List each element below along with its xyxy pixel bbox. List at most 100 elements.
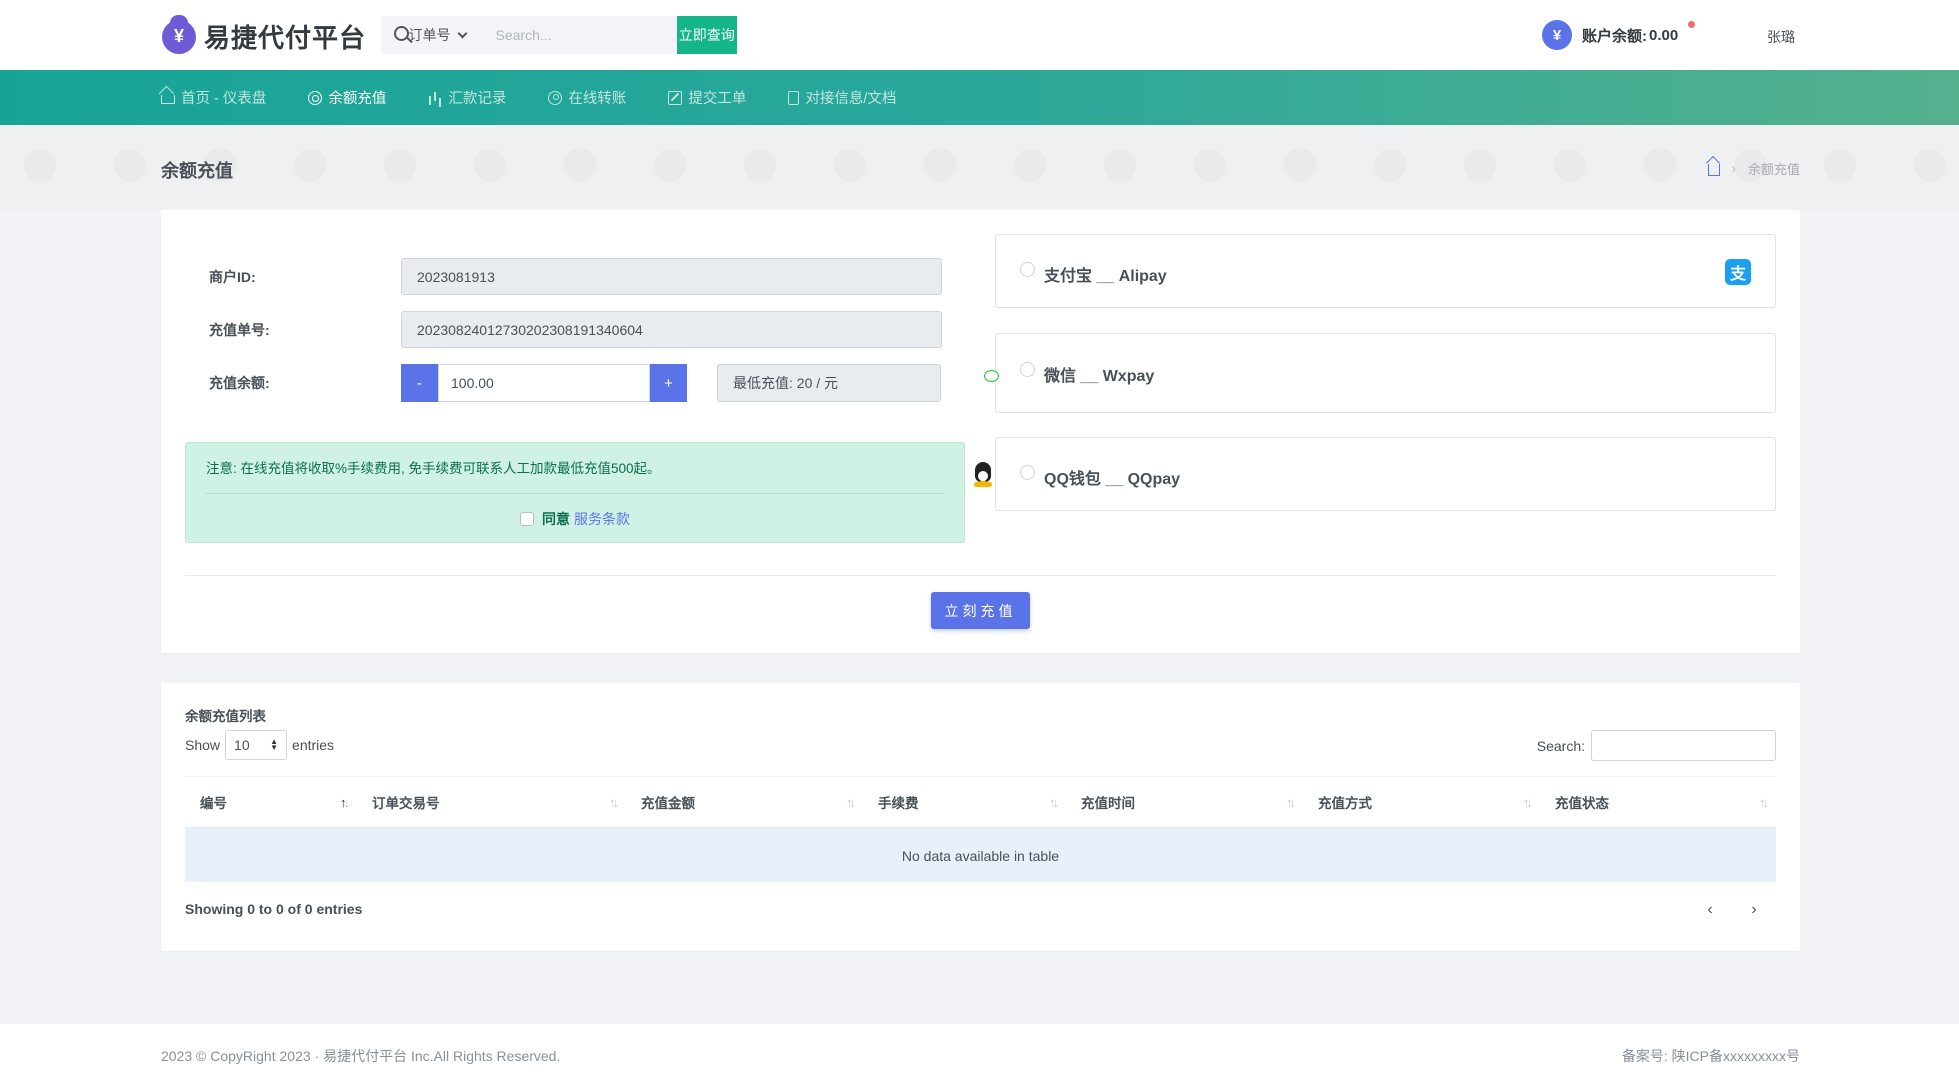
form-divider — [185, 575, 1776, 576]
order-search: 订单号 立即查询 — [381, 16, 737, 54]
breadcrumb-separator: › — [1731, 161, 1736, 176]
nav-item-transfer[interactable]: 在线转账 — [548, 87, 626, 108]
pay-option-qq[interactable]: QQ钱包 __ QQpay — [974, 437, 1776, 511]
increase-button[interactable]: + — [650, 364, 687, 402]
fee-notice: 注意: 在线充值将收取%手续费用, 免手续费可联系人工加款最低充值500起。 同… — [185, 442, 965, 543]
column-header-method[interactable]: 充值方式 ↑↓ — [1303, 777, 1540, 827]
page-title: 余额充值 — [161, 161, 233, 181]
nav-item-remittance[interactable]: 汇款记录 — [428, 87, 506, 108]
support-icon — [548, 90, 563, 105]
balance-value: 0.00 — [1649, 26, 1679, 44]
column-header-label: 充值时间 — [1081, 796, 1135, 811]
nav-item-docs[interactable]: 对接信息/文档 — [788, 87, 896, 108]
footer: 2023 © CopyRight 2023 · 易捷代付平台 Inc.All R… — [0, 1024, 1959, 1086]
notice-text: 注意: 在线充值将收取%手续费用, 免手续费可联系人工加款最低充值500起。 — [206, 461, 661, 476]
nav-item-ticket[interactable]: 提交工单 — [668, 87, 746, 108]
column-header-label: 充值方式 — [1318, 796, 1372, 811]
yuan-coin-icon: ¥ — [1542, 20, 1572, 50]
column-header-order[interactable]: 订单交易号 ↑↓ — [357, 777, 626, 827]
column-header-label: 编号 — [200, 796, 227, 811]
column-header-status[interactable]: 充值状态 ↑↓ — [1540, 777, 1776, 827]
notice-divider — [206, 493, 944, 494]
nav-item-label: 对接信息/文档 — [805, 91, 897, 107]
alipay-radio[interactable] — [1020, 262, 1035, 277]
search-input[interactable] — [477, 16, 677, 54]
recharge-submit-button[interactable]: 立刻充值 — [931, 592, 1030, 629]
order-number-label: 充值单号: — [209, 321, 270, 338]
amount-input[interactable] — [438, 364, 650, 402]
merchant-id-label: 商户ID: — [209, 268, 256, 285]
agree-terms: 同意 服务条款 — [186, 509, 964, 529]
notification-dot — [1688, 21, 1695, 28]
icp-record: 备案号: 陕ICP备xxxxxxxxx号 — [1621, 1048, 1800, 1064]
qq-radio[interactable] — [1020, 465, 1035, 480]
nav-item-label: 在线转账 — [568, 91, 627, 107]
breadcrumb-current: 余额充值 — [1747, 162, 1800, 177]
decrease-button[interactable]: - — [401, 364, 438, 402]
sort-icon: ↑↓ — [846, 795, 856, 810]
column-header-amount[interactable]: 充值金额 ↑↓ — [626, 777, 863, 827]
nav-item-label: 汇款记录 — [448, 91, 507, 107]
search-button[interactable]: 立即查询 — [676, 16, 737, 54]
page-length-select[interactable]: 10 ▲ ▼ — [225, 730, 288, 760]
column-header-fee[interactable]: 手续费 ↑↓ — [863, 777, 1066, 827]
logo-glyph: ¥ — [173, 26, 184, 46]
top-header: ¥ 易捷代付平台 订单号 立即查询 ¥ 账户余额: 0.00 张璐 — [0, 0, 1959, 70]
merchant-id-field[interactable] — [401, 258, 942, 295]
entries-label: entries — [292, 737, 335, 753]
table-search: Search: — [1537, 730, 1776, 761]
amount-label: 充值余额: — [209, 375, 270, 391]
wechat-radio[interactable] — [1020, 362, 1035, 377]
search-type-select[interactable]: 订单号 — [408, 16, 477, 54]
order-number-row: 充值单号: — [209, 311, 942, 348]
amount-row: 充值余额: - + 最低充值: 20 / 元 — [209, 364, 941, 402]
terms-link[interactable]: 服务条款 — [574, 509, 630, 529]
agree-checkbox[interactable] — [520, 512, 534, 526]
sort-icon: ↑↓ — [609, 795, 619, 810]
balance-label: 账户余额: — [1582, 27, 1647, 45]
account-balance: ¥ 账户余额: 0.00 — [1542, 20, 1695, 50]
pay-option-wechat[interactable]: 微信 __ Wxpay — [995, 333, 1776, 413]
amount-stepper: - + — [401, 364, 687, 402]
home-icon[interactable] — [1707, 164, 1720, 176]
user-menu[interactable]: 张璐 — [1767, 27, 1795, 47]
table-length: Show 10 ▲ ▼ entries — [185, 730, 334, 760]
edit-icon — [668, 90, 683, 105]
pay-option-label: 微信 __ Wxpay — [1044, 368, 1155, 385]
column-header-time[interactable]: 充值时间 ↑↓ — [1066, 777, 1303, 827]
column-header-label: 充值金额 — [641, 796, 695, 811]
pagination: ‹ › — [1688, 898, 1776, 922]
column-header-label: 充值状态 — [1555, 796, 1609, 811]
table-info: Showing 0 to 0 of 0 entries — [185, 901, 363, 917]
list-title: 余额充值列表 — [185, 709, 266, 724]
bar-chart-icon — [428, 91, 442, 105]
pay-option-label: QQ钱包 __ QQpay — [1044, 471, 1181, 488]
column-header-label: 手续费 — [878, 796, 919, 811]
main-nav: 首页 - 仪表盘 余额充值 汇款记录 在线转账 提交工单 对接信息/文档 — [0, 70, 1959, 125]
next-page-button[interactable]: › — [1732, 898, 1776, 922]
qq-icon-detail — [974, 482, 992, 487]
recharge-list-card: 余额充值列表 Show 10 ▲ ▼ entries Search: 编号 ↑↓ … — [161, 683, 1800, 951]
chevron-down-icon — [457, 28, 467, 38]
table-search-label: Search: — [1536, 737, 1585, 754]
document-icon — [788, 90, 800, 105]
circle-icon — [308, 90, 323, 105]
search-icon — [381, 16, 410, 54]
sort-icon: ↑↓ — [1759, 795, 1769, 810]
order-number-field[interactable] — [401, 311, 942, 348]
nav-item-dashboard[interactable]: 首页 - 仪表盘 — [161, 87, 266, 108]
sort-icon: ↑↓ — [1049, 795, 1059, 810]
logo[interactable]: ¥ 易捷代付平台 — [162, 14, 366, 55]
pay-option-alipay[interactable]: 支付宝 __ Alipay 支 — [995, 234, 1776, 308]
nav-item-recharge[interactable]: 余额充值 — [308, 87, 386, 108]
previous-page-button[interactable]: ‹ — [1688, 898, 1732, 922]
table-header: 编号 ↑↓ 订单交易号 ↑↓ 充值金额 ↑↓ 手续费 ↑↓ 充值时间 ↑↓ 充值… — [185, 776, 1776, 829]
home-icon — [161, 95, 175, 104]
merchant-id-row: 商户ID: — [209, 258, 942, 295]
updown-icon: ▲ ▼ — [270, 737, 279, 752]
table-search-input[interactable] — [1591, 730, 1776, 761]
column-header-id[interactable]: 编号 ↑↓ — [185, 777, 357, 827]
minimum-recharge: 最低充值: 20 / 元 — [717, 364, 941, 402]
agree-label: 同意 — [542, 511, 570, 527]
breadcrumb: › 余额充值 — [1707, 159, 1800, 178]
